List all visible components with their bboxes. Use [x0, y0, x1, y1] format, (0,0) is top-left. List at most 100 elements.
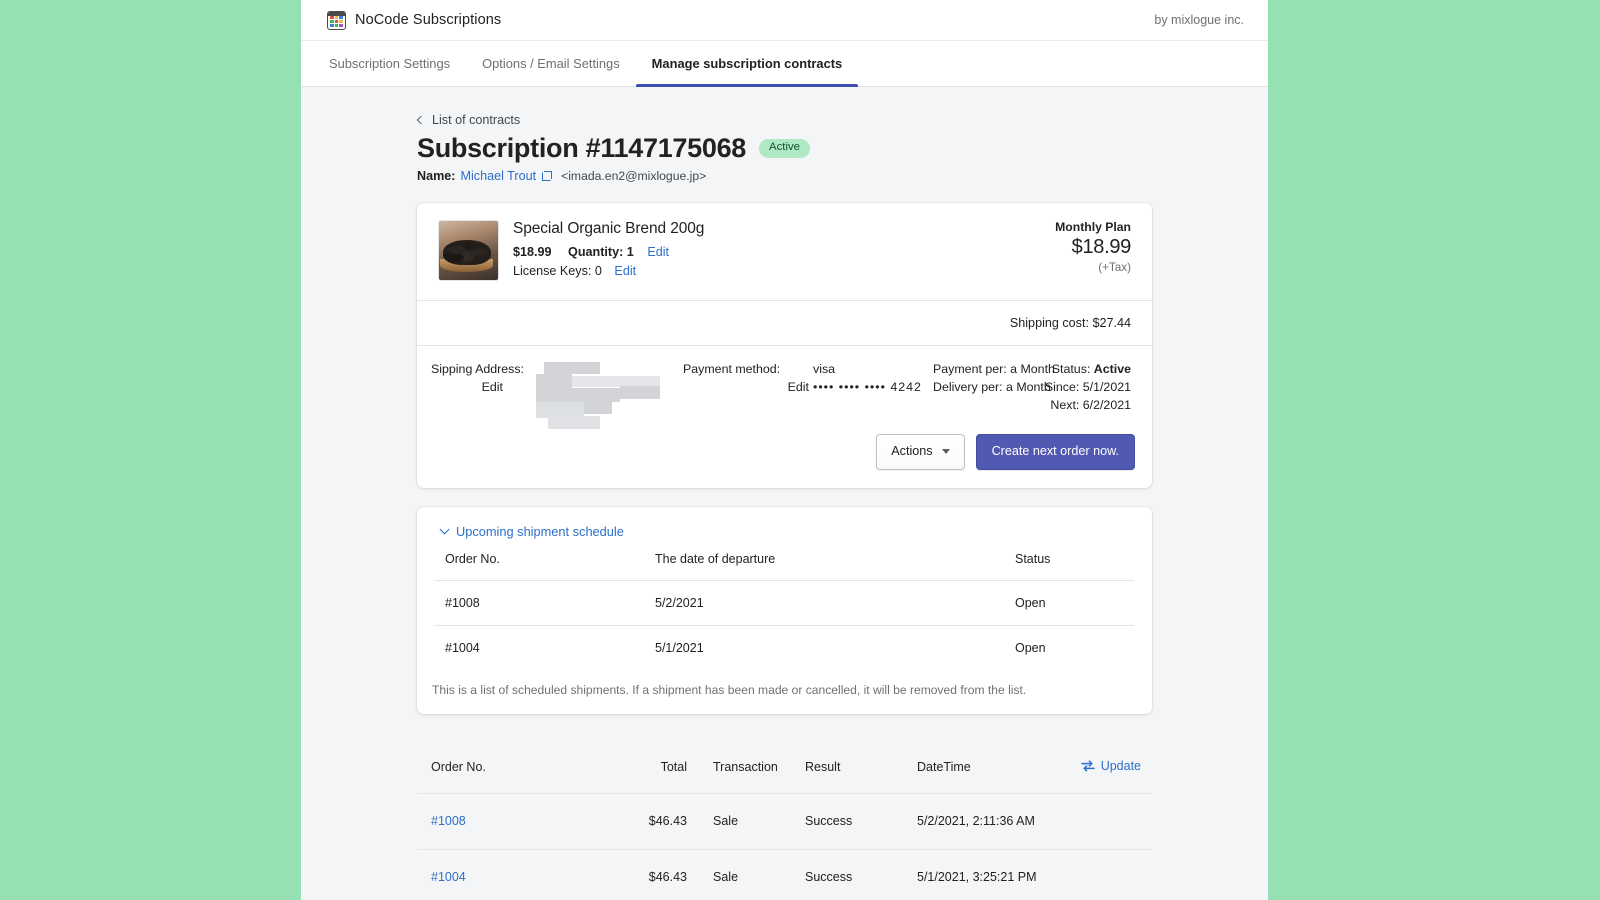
customer-name-link[interactable]: Michael Trout — [461, 169, 537, 183]
schedule-order-no: #1008 — [435, 579, 645, 626]
tx-order-link: #1008 — [417, 793, 589, 850]
tab-manage-subscription-contracts[interactable]: Manage subscription contracts — [635, 41, 859, 87]
tx-col-order-no: Order No. — [417, 742, 589, 794]
delivery-per: Delivery per: a Month — [933, 380, 1051, 394]
tx-transaction: Sale — [687, 793, 805, 850]
product-license-line: License Keys: 0 Edit — [513, 264, 704, 278]
status-badge: Active — [759, 139, 811, 158]
schedule-date: 5/2/2021 — [645, 579, 1005, 626]
vendor-byline: by mixlogue inc. — [1154, 13, 1244, 27]
tx-order-no[interactable]: #1004 — [431, 870, 466, 884]
license-keys-label: License Keys: 0 — [513, 264, 602, 278]
update-button-label: Update — [1100, 758, 1141, 773]
plan-label: Monthly Plan — [1055, 220, 1131, 234]
plan-price: $18.99 — [1071, 236, 1132, 258]
update-button[interactable]: Update — [1080, 758, 1141, 773]
schedule-table: Order No. The date of departure Status #… — [435, 552, 1134, 670]
product-price: $18.99 — [513, 245, 552, 259]
edit-shipping-address-link[interactable]: Edit — [431, 380, 503, 394]
breadcrumb-list-of-contracts[interactable]: List of contracts — [416, 113, 1152, 127]
app-title: NoCode Subscriptions — [355, 12, 502, 28]
chevron-left-icon — [416, 115, 426, 125]
product-name: Special Organic Brend 200g — [513, 220, 705, 237]
swap-arrows-icon — [1080, 760, 1095, 772]
schedule-date: 5/1/2021 — [645, 624, 1005, 670]
plan-tax-note: (+Tax) — [1098, 261, 1131, 274]
table-row: #1008 5/2/2021 Open — [435, 579, 1134, 626]
next-line: Next: 6/2/2021 — [1050, 398, 1131, 412]
card-actions: Actions Create next order now. — [417, 424, 1152, 488]
name-label: Name: — [417, 169, 456, 183]
tx-order-link: #1004 — [417, 849, 589, 900]
tx-col-datetime: DateTime — [917, 742, 1077, 794]
schedule-col-order-no: Order No. — [445, 551, 500, 566]
tx-col-result: Result — [805, 742, 917, 794]
schedule-table-wrap: Order No. The date of departure Status #… — [417, 552, 1152, 670]
actions-button[interactable]: Actions — [876, 434, 965, 470]
edit-license-keys-link[interactable]: Edit — [614, 264, 636, 278]
payment-brand: visa — [813, 362, 836, 376]
actions-button-label: Actions — [891, 444, 933, 458]
tx-order-no[interactable]: #1008 — [431, 814, 466, 828]
tx-datetime: 5/1/2021, 3:25:21 PM — [917, 849, 1077, 900]
status-value: Active — [1093, 362, 1131, 376]
page-title-row: Subscription #1147175068 Active — [417, 133, 1152, 164]
top-bar: NoCode Subscriptions by mixlogue inc. — [301, 0, 1268, 41]
schedule-order-no: #1004 — [435, 624, 645, 670]
payment-method-label: Payment method: — [683, 362, 781, 376]
payment-method-block: Payment method: Edit visa •••• •••• ••••… — [683, 362, 933, 416]
shipping-address-label: Sipping Address: — [431, 362, 524, 376]
status-label: Status: — [1051, 362, 1091, 376]
plan-info: Monthly Plan $18.99 (+Tax) — [1055, 220, 1131, 274]
shipping-cost-row: Shipping cost: $27.44 — [1009, 316, 1131, 330]
main-content: List of contracts Subscription #11471750… — [301, 87, 1268, 900]
breadcrumb-label: List of contracts — [432, 113, 521, 127]
table-row: #1004 5/1/2021 Open — [435, 624, 1134, 670]
tx-result: Success — [805, 849, 917, 900]
schedule-col-date: The date of departure — [655, 551, 776, 566]
subscription-card: Special Organic Brend 200g $18.99 Quanti… — [417, 203, 1152, 488]
schedule-col-status: Status — [1015, 551, 1051, 566]
schedule-status: Open — [1005, 624, 1134, 670]
tx-col-update: Update — [1077, 742, 1152, 794]
page-title: Subscription #1147175068 — [417, 133, 746, 163]
table-row: #1004 $46.43 Sale Success 5/1/2021, 3:25… — [417, 849, 1152, 900]
upcoming-shipment-toggle[interactable]: Upcoming shipment schedule — [417, 507, 1152, 552]
product-info: Special Organic Brend 200g $18.99 Quanti… — [513, 220, 704, 283]
transactions-table: Order No. Total Transaction Result DateT… — [417, 742, 1152, 900]
upcoming-shipment-card: Upcoming shipment schedule Order No. The… — [417, 506, 1152, 714]
tx-spacer — [1077, 793, 1152, 850]
transactions-section: Order No. Total Transaction Result DateT… — [417, 733, 1152, 900]
status-block: Status: Active Since: 5/1/2021 Next: 6/2… — [1041, 362, 1131, 416]
app-brand: NoCode Subscriptions — [327, 10, 502, 30]
schedule-header-row: Order No. The date of departure Status — [435, 552, 1134, 581]
transactions-header-row: Order No. Total Transaction Result DateT… — [417, 742, 1152, 794]
schedule-status: Open — [1005, 579, 1134, 626]
upcoming-shipment-label: Upcoming shipment schedule — [456, 523, 624, 539]
product-section: Special Organic Brend 200g $18.99 Quanti… — [417, 203, 1152, 300]
tab-options-email-settings[interactable]: Options / Email Settings — [466, 41, 636, 86]
create-next-order-button[interactable]: Create next order now. — [975, 434, 1135, 470]
tx-datetime: 5/2/2021, 2:11:36 AM — [917, 793, 1077, 850]
table-row: #1008 $46.43 Sale Success 5/2/2021, 2:11… — [417, 793, 1152, 850]
edit-payment-method-link[interactable]: Edit — [683, 380, 809, 394]
tx-col-total: Total — [589, 742, 687, 794]
tx-spacer — [1077, 849, 1152, 900]
tx-result: Success — [805, 793, 917, 850]
chevron-down-icon — [439, 524, 450, 535]
app-window: NoCode Subscriptions by mixlogue inc. Su… — [301, 0, 1268, 900]
shipping-address-block: Sipping Address: Edit — [431, 362, 683, 429]
tab-bar: Subscription Settings Options / Email Se… — [301, 41, 1268, 87]
caret-down-icon — [941, 448, 950, 454]
status-line: Status: Active — [1041, 362, 1131, 376]
redacted-address — [536, 356, 664, 430]
tab-subscription-settings[interactable]: Subscription Settings — [313, 41, 466, 86]
since-line: Since: 5/1/2021 — [1044, 380, 1131, 394]
product-quantity: Quantity: 1 — [568, 245, 634, 259]
edit-quantity-link[interactable]: Edit — [647, 245, 669, 259]
schedule-note: This is a list of scheduled shipments. I… — [432, 682, 1027, 697]
screen-root: NoCode Subscriptions by mixlogue inc. Su… — [0, 0, 1600, 900]
external-link-icon[interactable] — [542, 171, 553, 181]
customer-email: <imada.en2@mixlogue.jp> — [561, 169, 707, 183]
tx-total: $46.43 — [589, 793, 687, 850]
